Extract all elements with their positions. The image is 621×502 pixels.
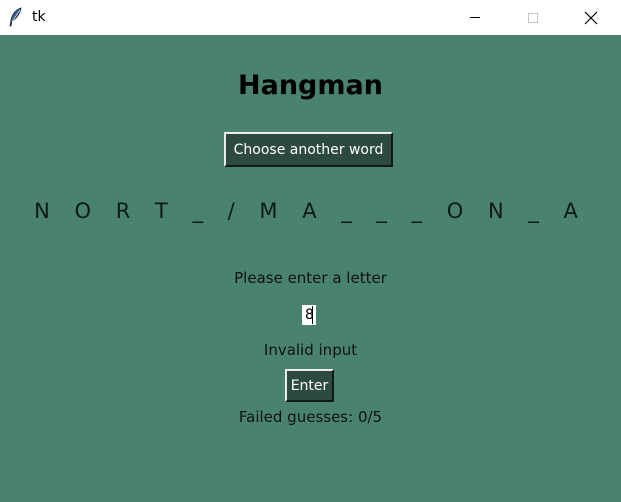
letter-input[interactable]: 8 — [302, 305, 316, 325]
window-title: tk — [32, 9, 46, 25]
word-display: N O R T _ / M A _ _ _ O N _ A — [34, 199, 587, 223]
feather-icon — [9, 7, 22, 27]
maximize-button[interactable] — [510, 0, 556, 35]
minimize-icon — [470, 17, 480, 18]
close-icon — [584, 11, 598, 24]
letter-prompt: Please enter a letter — [234, 269, 387, 287]
minimize-button[interactable] — [452, 0, 498, 35]
failed-guesses: Failed guesses: 0/5 — [238, 408, 383, 426]
status-message: Invalid input — [263, 341, 358, 359]
text-cursor — [312, 306, 313, 324]
app-window: tk Hangman Choose another word N O R T _… — [0, 0, 621, 502]
maximize-icon — [528, 12, 538, 23]
close-button[interactable] — [568, 0, 614, 35]
enter-button[interactable]: Enter — [285, 369, 334, 402]
game-title: Hangman — [238, 70, 383, 101]
choose-another-word-button[interactable]: Choose another word — [224, 132, 393, 167]
title-bar[interactable]: tk — [0, 0, 621, 35]
